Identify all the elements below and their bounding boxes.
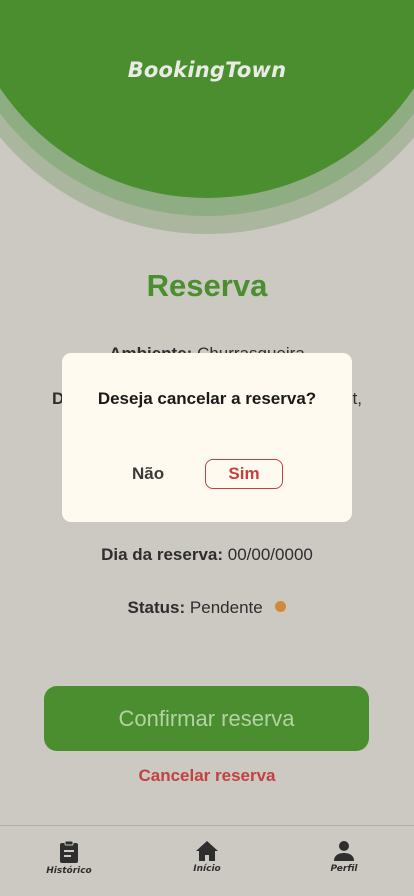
bottom-nav: Histórico Início Perfil (0, 825, 414, 896)
nav-item-historico[interactable]: Histórico (29, 840, 109, 876)
modal-overlay: Deseja cancelar a reserva? Não Sim (0, 0, 414, 896)
clipboard-icon (60, 840, 78, 863)
yes-button[interactable]: Sim (205, 459, 283, 489)
nav-item-inicio[interactable]: Início (167, 840, 247, 874)
home-icon (196, 841, 218, 861)
nav-label-historico: Histórico (46, 866, 92, 876)
nav-label-inicio: Início (193, 864, 221, 874)
person-icon (334, 841, 354, 861)
dialog-question: Deseja cancelar a reserva? (97, 389, 317, 408)
cancel-confirm-dialog: Deseja cancelar a reserva? Não Sim (62, 353, 352, 522)
nav-label-perfil: Perfil (330, 864, 358, 874)
nav-item-perfil[interactable]: Perfil (304, 840, 384, 874)
no-button[interactable]: Não (132, 464, 164, 484)
